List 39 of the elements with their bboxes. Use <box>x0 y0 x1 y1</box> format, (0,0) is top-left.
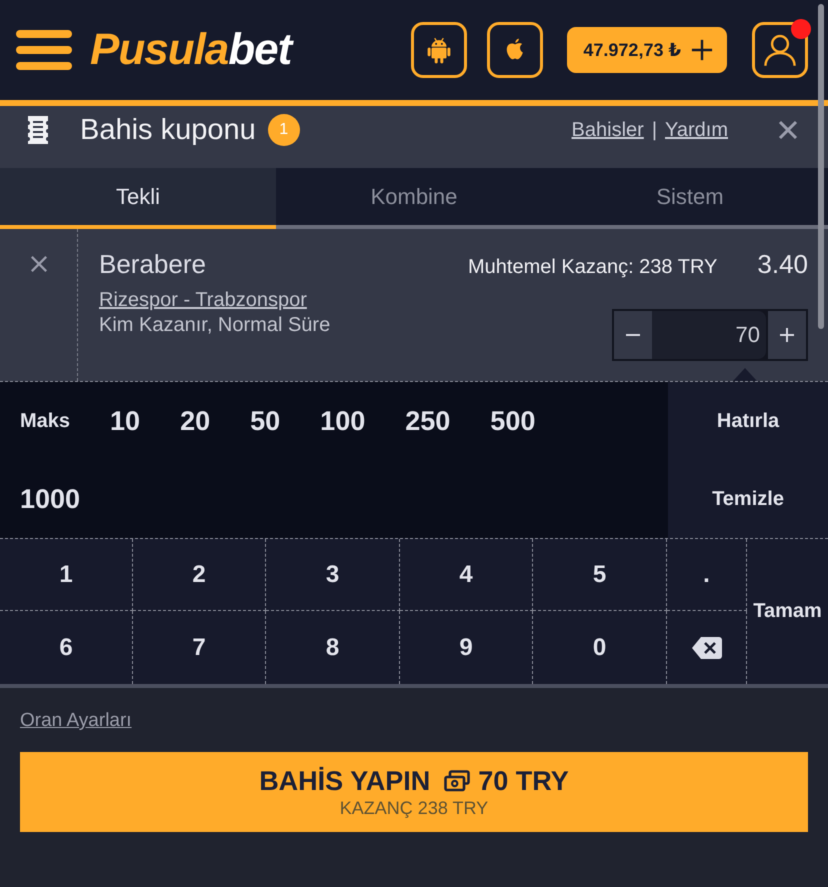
coupon-title: Bahis kuponu <box>80 114 256 146</box>
keypad-key[interactable]: 3 <box>266 539 400 611</box>
app-button[interactable] <box>411 22 468 78</box>
keypad-key[interactable]: 5 <box>533 539 667 611</box>
robot-icon <box>425 35 454 65</box>
keypad-key[interactable]: . <box>667 539 747 611</box>
match-link[interactable]: Rizespor - Trabzonspor <box>99 288 307 312</box>
odds-settings-link[interactable]: Oran Ayarları <box>20 710 132 732</box>
keypad-key[interactable]: 4 <box>400 539 533 611</box>
pointer-icon <box>733 368 757 381</box>
keypad-key[interactable]: 1 <box>0 539 133 611</box>
plus-icon <box>691 39 713 61</box>
tab[interactable]: Tekli <box>0 168 276 229</box>
selection-name: Berabere <box>99 249 206 280</box>
count-badge: 1 <box>268 114 300 146</box>
place-bet-button[interactable]: BAHİS YAPIN 70 TRY KAZANÇ 238 TRY <box>20 752 808 832</box>
increase-button[interactable] <box>766 311 806 359</box>
header-link[interactable]: Yardım <box>665 118 728 142</box>
cash-icon <box>444 770 470 792</box>
stake-field[interactable]: 70 <box>652 311 766 359</box>
scrollbar-thumb[interactable] <box>818 4 824 329</box>
link-separator: | <box>652 118 658 142</box>
close-icon[interactable] <box>30 255 48 273</box>
app-button[interactable] <box>487 22 544 78</box>
menu-icon[interactable] <box>16 30 72 70</box>
market-name: Kim Kazanır, Normal Süre <box>99 313 330 338</box>
backspace-icon <box>692 636 722 658</box>
header-link[interactable]: Bahisler <box>572 118 644 142</box>
profile-button[interactable] <box>752 22 808 78</box>
plus-icon <box>780 328 794 342</box>
person-icon <box>763 33 797 67</box>
odds-value: 3.40 <box>757 249 808 280</box>
close-icon[interactable] <box>778 120 798 140</box>
minus-icon <box>626 334 640 336</box>
brand-logo[interactable]: Pusulabet <box>90 28 292 72</box>
potential-win-text: Muhtemel Kazanç: 238 TRY <box>468 256 718 279</box>
ticket-icon <box>25 115 51 145</box>
balance-button[interactable]: 47.972,73 ₺ <box>567 27 727 73</box>
keypad-key[interactable]: 2 <box>133 539 266 611</box>
